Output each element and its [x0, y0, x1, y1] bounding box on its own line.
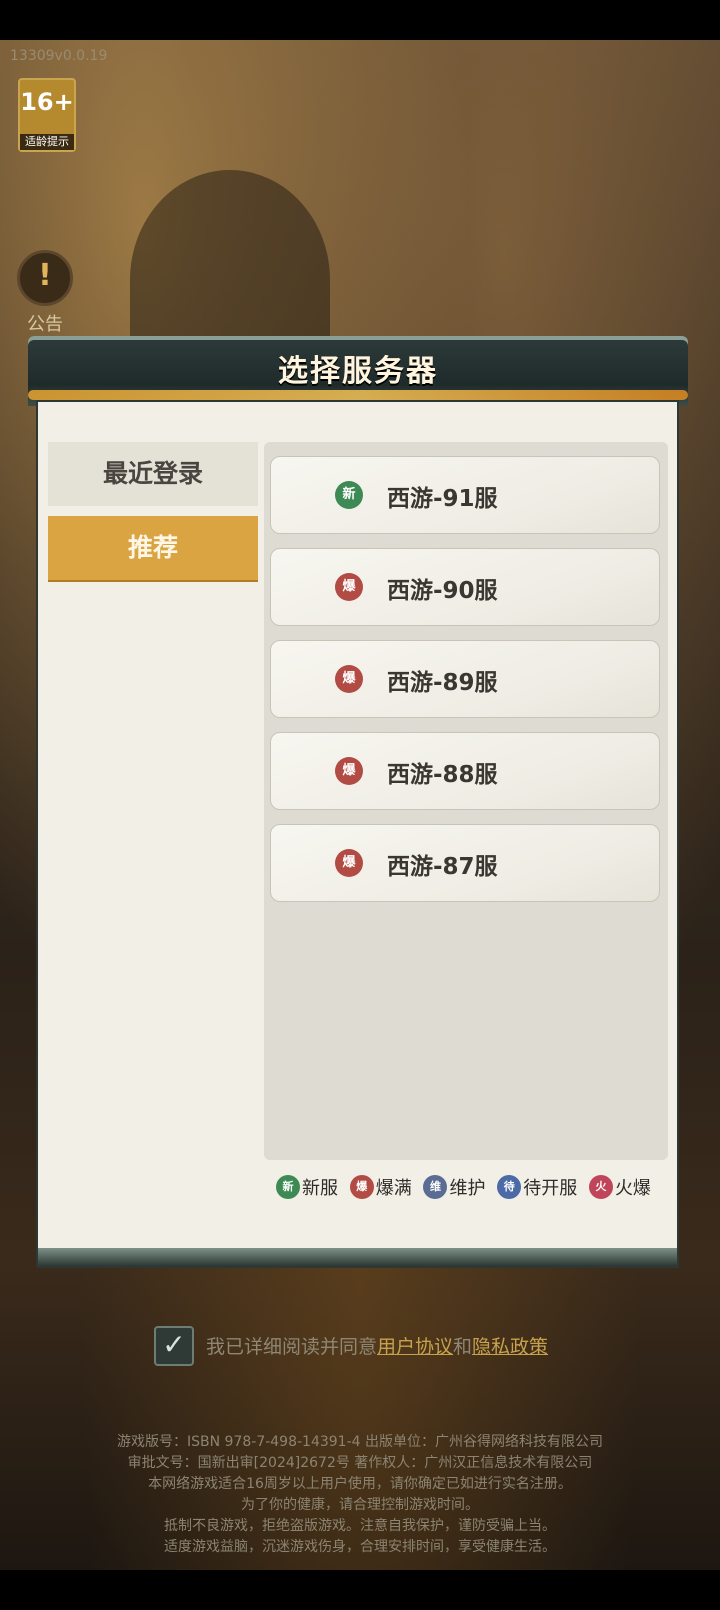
age-rating-number: 16+ — [20, 88, 74, 116]
age-rating-badge[interactable]: 16+ 适龄提示 — [18, 78, 76, 152]
agreement-conjunction: 和 — [453, 1336, 473, 1358]
legal-line: 本网络游戏适合16周岁以上用户使用，请你确定已如进行实名注册。 — [148, 1476, 572, 1492]
agreement-prefix: 我已详细阅读并同意 — [206, 1336, 378, 1358]
server-category-tabs: 最近登录 推荐 — [48, 442, 258, 590]
tab-recent-login[interactable]: 最近登录 — [48, 442, 258, 506]
dialog-header: 选择服务器 — [28, 336, 688, 406]
header-ribbon — [28, 390, 688, 400]
full-server-icon: 爆 — [335, 757, 363, 785]
legend-label: 维护 — [449, 1178, 486, 1199]
server-item[interactable]: 爆 西游-90服 — [270, 548, 660, 626]
server-name: 西游-89服 — [387, 670, 498, 696]
new-status-icon: 新 — [276, 1175, 300, 1199]
legend-item-full: 爆爆满 — [349, 1174, 412, 1200]
full-status-icon: 爆 — [349, 1175, 374, 1199]
dialog-bottom-border — [38, 1248, 677, 1266]
server-select-dialog: 选择服务器 最近登录 推荐 新 西游-91服 爆 西游-90服 爆 西游-89服… — [28, 336, 688, 1268]
server-name: 西游-88服 — [387, 762, 498, 788]
legend-item-new: 新新服 — [276, 1174, 338, 1200]
full-server-icon: 爆 — [335, 573, 363, 601]
legend-label: 火爆 — [614, 1178, 651, 1199]
server-name: 西游-90服 — [387, 578, 498, 604]
legal-line: 抵制不良游戏，拒绝盗版游戏。注意自我保护，谨防受骗上当。 — [164, 1518, 556, 1534]
legend-label: 待开服 — [523, 1178, 578, 1199]
dialog-title: 选择服务器 — [278, 354, 438, 389]
version-label: 13309v0.0.19 — [10, 48, 108, 64]
legal-line: 为了你的健康，请合理控制游戏时间。 — [241, 1497, 479, 1513]
server-item[interactable]: 爆 西游-88服 — [270, 732, 660, 810]
legend-label: 爆满 — [375, 1178, 412, 1199]
agreement-checkbox[interactable]: ✓ — [154, 1326, 194, 1366]
exclamation-icon: ! — [17, 250, 73, 306]
privacy-policy-link[interactable]: 隐私政策 — [472, 1336, 548, 1358]
agreement-row: ✓ 我已详细阅读并同意用户协议和隐私政策 — [154, 1326, 634, 1366]
legend-label: 新服 — [302, 1178, 338, 1199]
legal-line: 适度游戏益脑，沉迷游戏伤身，合理安排时间，享受健康生活。 — [164, 1539, 556, 1555]
full-server-icon: 爆 — [335, 849, 363, 877]
new-server-icon: 新 — [335, 481, 363, 509]
full-server-icon: 爆 — [335, 665, 363, 693]
legal-notice: 游戏版号：ISBN 978-7-498-14391-4 出版单位：广州谷得网络科… — [0, 1432, 720, 1558]
notice-button[interactable]: ! 公告 — [10, 250, 80, 336]
legal-line: 审批文号：国新出审[2024]2672号 著作权人：广州汉正信息技术有限公司 — [127, 1455, 593, 1471]
status-legend: 新新服 爆爆满 维维护 待待开服 火火爆 — [276, 1174, 676, 1204]
legend-item-hot: 火火爆 — [588, 1174, 651, 1200]
user-agreement-link[interactable]: 用户协议 — [377, 1336, 453, 1358]
server-item[interactable]: 新 西游-91服 — [270, 456, 660, 534]
legend-item-pending: 待待开服 — [497, 1174, 577, 1200]
legend-item-maintenance: 维维护 — [423, 1174, 485, 1200]
server-item[interactable]: 爆 西游-89服 — [270, 640, 660, 718]
server-name: 西游-87服 — [387, 854, 498, 880]
notice-label: 公告 — [27, 314, 63, 335]
dialog-body: 最近登录 推荐 新 西游-91服 爆 西游-90服 爆 西游-89服 爆 西游-… — [36, 400, 679, 1268]
hot-status-icon: 火 — [588, 1175, 613, 1199]
legal-line: 游戏版号：ISBN 978-7-498-14391-4 出版单位：广州谷得网络科… — [117, 1434, 603, 1450]
tab-recommended[interactable]: 推荐 — [48, 516, 258, 580]
age-rating-label: 适龄提示 — [20, 134, 74, 150]
pending-status-icon: 待 — [497, 1175, 522, 1199]
maintenance-status-icon: 维 — [423, 1175, 448, 1199]
server-name: 西游-91服 — [387, 486, 498, 512]
agreement-text: 我已详细阅读并同意用户协议和隐私政策 — [206, 1332, 548, 1359]
server-item[interactable]: 爆 西游-87服 — [270, 824, 660, 902]
server-list[interactable]: 新 西游-91服 爆 西游-90服 爆 西游-89服 爆 西游-88服 爆 西游… — [264, 442, 668, 1160]
